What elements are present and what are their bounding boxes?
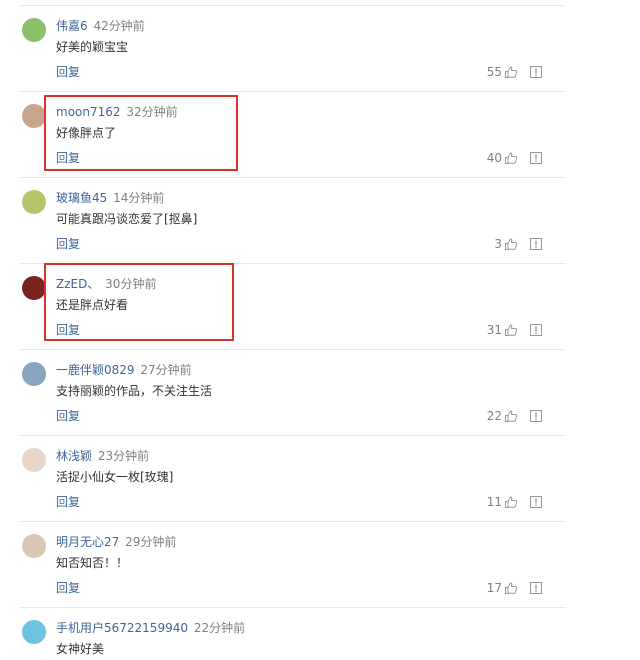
username[interactable]: 明月无心27 <box>56 535 119 549</box>
comment-item: 一鹿伴颖0829 27分钟前 支持丽颖的作品，不关注生活 回复 22 <box>0 350 566 436</box>
comment-text: 女神好美 <box>56 642 105 656</box>
like-count: 17 <box>486 581 502 595</box>
like-count: 11 <box>486 495 502 509</box>
comment-text: 活捉小仙女一枚[玫瑰] <box>56 470 174 484</box>
report-icon[interactable] <box>530 496 542 508</box>
reply-button[interactable]: 回复 <box>56 580 80 596</box>
comment-item: 手机用户56722159940 22分钟前 女神好美 <box>0 608 566 660</box>
like-area: 3 <box>494 235 542 253</box>
comment-text: 好美的颖宝宝 <box>56 40 129 54</box>
comment-meta: 一鹿伴颖0829 27分钟前 <box>56 362 192 378</box>
avatar[interactable] <box>22 620 46 644</box>
reply-button[interactable]: 回复 <box>56 494 80 510</box>
comment-text: 知否知否！！ <box>56 556 129 570</box>
like-count: 55 <box>486 65 502 79</box>
report-icon[interactable] <box>530 410 542 422</box>
like-count: 3 <box>494 237 502 251</box>
avatar[interactable] <box>22 534 46 558</box>
report-icon[interactable] <box>530 582 542 594</box>
comment-meta: 玻璃鱼45 14分钟前 <box>56 190 164 206</box>
comment-meta: 林浅颖 23分钟前 <box>56 448 149 464</box>
report-icon[interactable] <box>530 152 542 164</box>
timestamp: 23分钟前 <box>97 449 150 463</box>
username[interactable]: 手机用户56722159940 <box>56 621 188 635</box>
timestamp: 14分钟前 <box>113 191 165 205</box>
like-area: 40 <box>487 149 542 167</box>
like-area: 11 <box>487 493 542 511</box>
username[interactable]: 一鹿伴颖0829 <box>56 363 135 377</box>
avatar[interactable] <box>22 276 46 300</box>
reply-button[interactable]: 回复 <box>56 408 80 424</box>
like-area: 17 <box>487 579 542 597</box>
comment-meta: 明月无心27 29分钟前 <box>56 534 176 550</box>
username[interactable]: 玻璃鱼45 <box>56 191 107 205</box>
avatar[interactable] <box>22 362 46 386</box>
thumbs-up-icon[interactable] <box>504 323 518 337</box>
timestamp: 42分钟前 <box>93 19 145 33</box>
reply-button[interactable]: 回复 <box>56 236 80 252</box>
like-area: 55 <box>487 63 542 81</box>
report-icon[interactable] <box>530 66 542 78</box>
comment-meta: 手机用户56722159940 22分钟前 <box>56 620 245 636</box>
report-icon[interactable] <box>530 324 542 336</box>
comment-item: 林浅颖 23分钟前 活捉小仙女一枚[玫瑰] 回复 11 <box>0 436 566 522</box>
timestamp: 22分钟前 <box>193 621 246 635</box>
avatar[interactable] <box>22 18 46 42</box>
avatar[interactable] <box>22 104 46 128</box>
timestamp: 27分钟前 <box>140 363 192 377</box>
username[interactable]: 林浅颖 <box>56 449 92 463</box>
like-area: 31 <box>487 321 542 339</box>
thumbs-up-icon[interactable] <box>504 581 518 595</box>
thumbs-up-icon[interactable] <box>504 495 518 509</box>
highlight-box <box>44 263 234 341</box>
thumbs-up-icon[interactable] <box>504 409 518 423</box>
comment-item: 明月无心27 29分钟前 知否知否！！ 回复 17 <box>0 522 566 608</box>
comment-item: 玻璃鱼45 14分钟前 可能真跟冯谈恋爱了[抠鼻] 回复 3 <box>0 178 566 264</box>
report-icon[interactable] <box>530 238 542 250</box>
reply-button[interactable]: 回复 <box>56 64 80 80</box>
comment-meta: 伟嘉6 42分钟前 <box>56 18 145 34</box>
comment-text: 支持丽颖的作品，不关注生活 <box>56 384 213 398</box>
like-area: 22 <box>487 407 542 425</box>
thumbs-up-icon[interactable] <box>504 237 518 251</box>
comment-text: 可能真跟冯谈恋爱了[抠鼻] <box>56 212 198 226</box>
like-count: 31 <box>486 323 502 337</box>
highlight-box <box>44 95 238 171</box>
comment-item: 伟嘉6 42分钟前 好美的颖宝宝 回复 55 <box>0 6 566 92</box>
thumbs-up-icon[interactable] <box>504 151 518 165</box>
timestamp: 29分钟前 <box>125 535 177 549</box>
like-count: 22 <box>486 409 502 423</box>
like-count: 40 <box>486 151 502 165</box>
thumbs-up-icon[interactable] <box>504 65 518 79</box>
avatar[interactable] <box>22 190 46 214</box>
username[interactable]: 伟嘉6 <box>56 19 88 33</box>
avatar[interactable] <box>22 448 46 472</box>
